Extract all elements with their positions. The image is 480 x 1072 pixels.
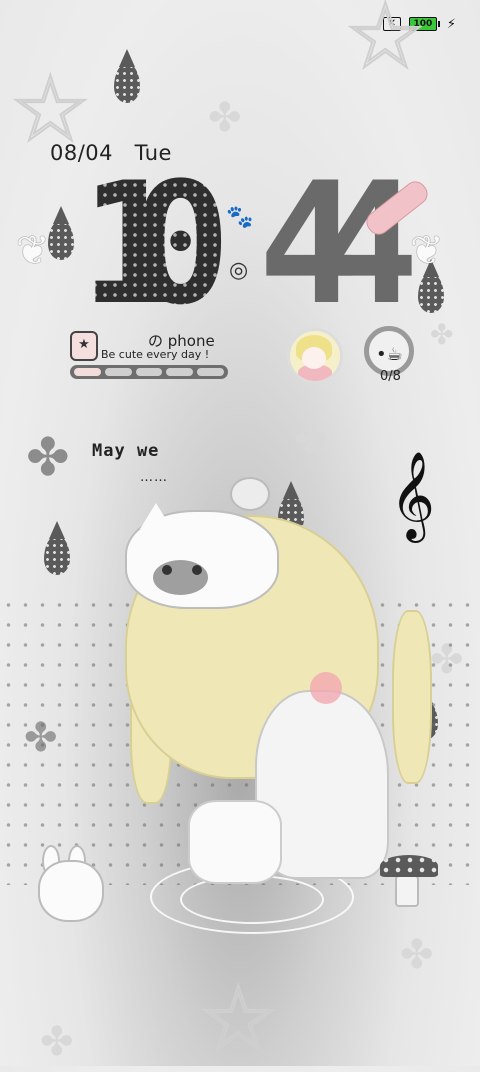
- clock-hour-digit: 0: [130, 146, 232, 342]
- clover-decoration: ✤: [430, 318, 454, 351]
- girl-cheek: [310, 672, 342, 704]
- cat-ear: [140, 503, 172, 529]
- raindrop-decoration: [114, 49, 140, 103]
- raindrop-decoration: [48, 206, 74, 260]
- cup-icon: •☕: [376, 344, 403, 365]
- star-decoration: ☆: [197, 967, 280, 1072]
- clover-decoration: ✤: [208, 95, 242, 141]
- mushroom-decoration: [380, 855, 438, 877]
- mushroom-stem: [395, 875, 419, 907]
- hair-twintail-right: [392, 610, 432, 784]
- motto-text: Be cute every day !: [101, 348, 210, 361]
- cat-tail-ball: [230, 477, 270, 511]
- paw-icon: 🐾: [226, 205, 254, 230]
- clover-decoration: ✤: [400, 932, 434, 978]
- message-line-2: ……: [140, 470, 168, 485]
- girl-legs: [188, 800, 282, 884]
- treble-clef-icon: 𝄞: [390, 450, 435, 539]
- progress-bar: [70, 365, 228, 379]
- bunny-decoration: [38, 860, 104, 922]
- clover-decoration: ✤: [26, 428, 70, 488]
- bolt-icon: ⚡: [446, 16, 456, 32]
- water-count: 0/8: [380, 369, 401, 384]
- progress-segment: [197, 368, 224, 376]
- clock-minute-digit: 4: [318, 146, 420, 342]
- progress-segment: [74, 368, 101, 376]
- clover-decoration: ✤: [40, 1019, 74, 1065]
- cat-eye: [192, 565, 202, 575]
- avatar-widget[interactable]: [287, 328, 343, 384]
- cat-eye: [162, 565, 172, 575]
- progress-segment: [166, 368, 194, 376]
- star-decoration: ☆: [344, 0, 427, 89]
- clover-decoration: ✤: [294, 417, 328, 463]
- progress-segment: [104, 368, 132, 376]
- raindrop-decoration: [44, 521, 70, 575]
- jar-icon[interactable]: ★: [70, 331, 98, 361]
- wing-decoration: ❦: [16, 228, 50, 274]
- progress-segment: [135, 368, 163, 376]
- raindrop-decoration: [418, 259, 444, 313]
- message-line-1: May we: [92, 441, 160, 461]
- swirl-icon: ◎: [229, 258, 249, 283]
